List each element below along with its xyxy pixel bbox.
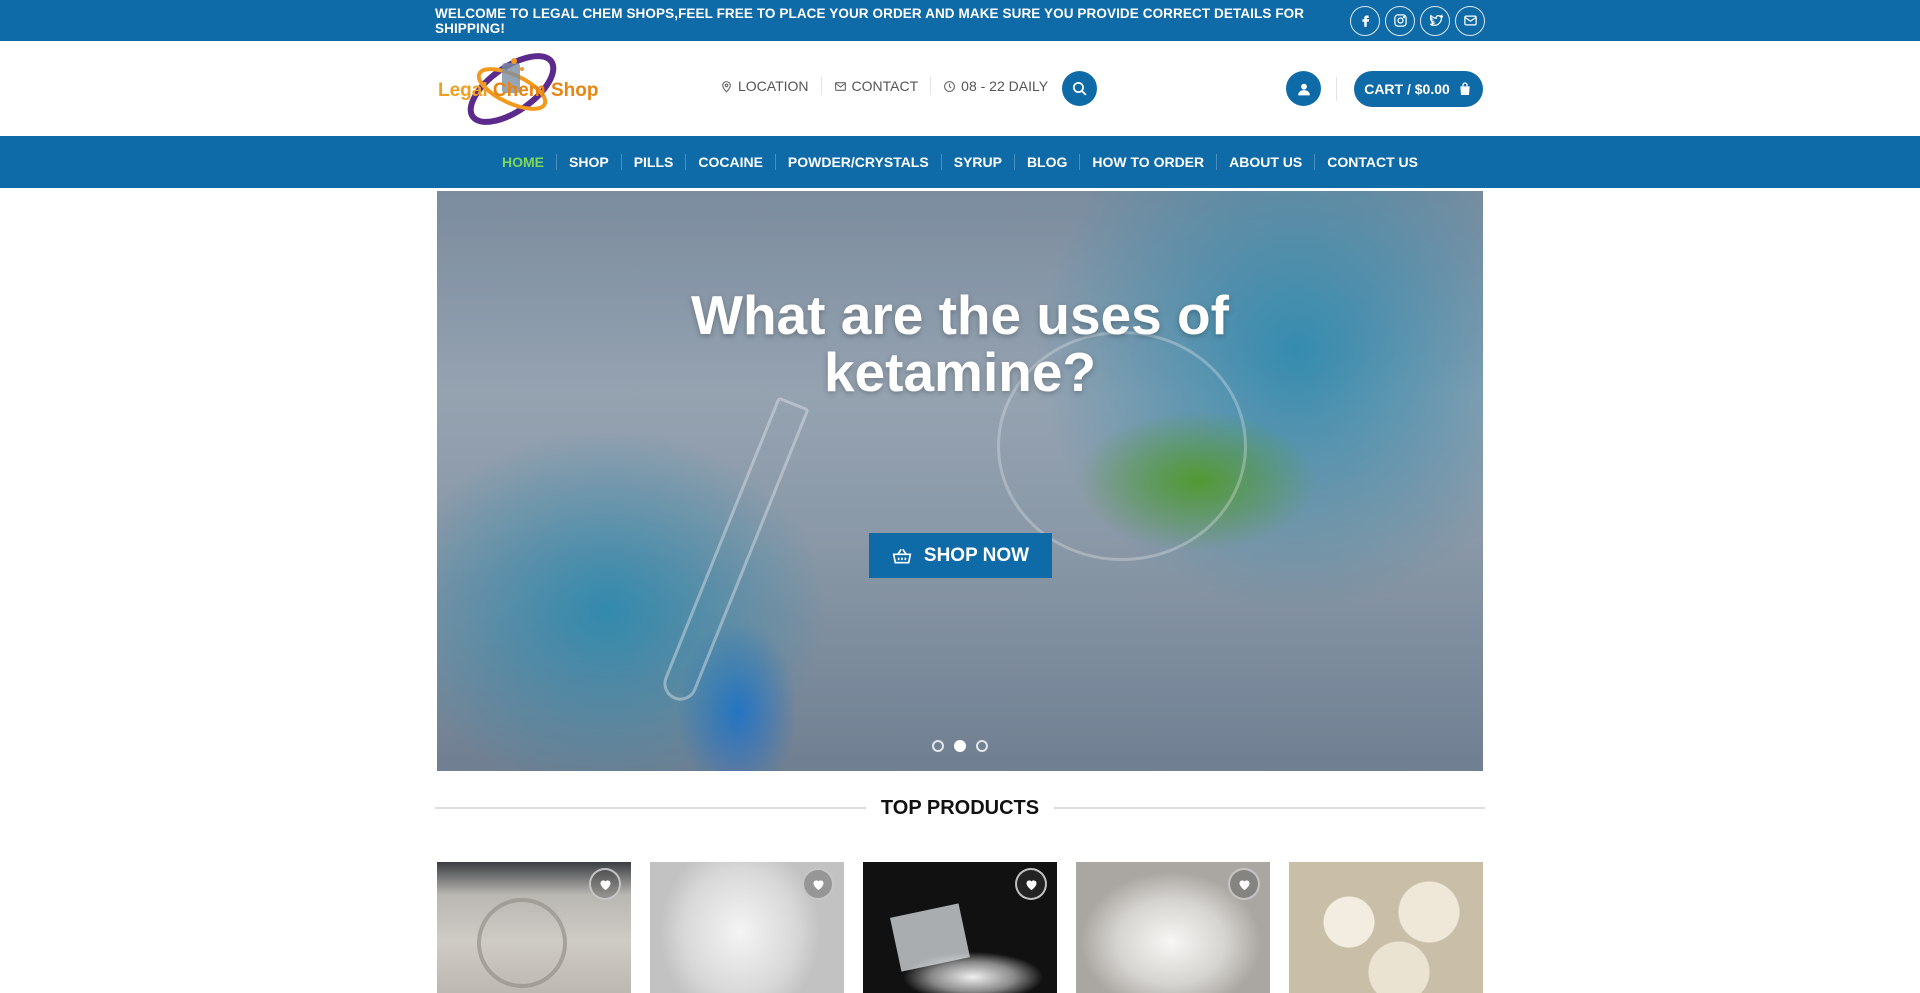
section-divider-left [435, 807, 866, 809]
wishlist-button[interactable] [589, 868, 621, 900]
hours-label: 08 - 22 DAILY [961, 78, 1049, 94]
header-divider [1336, 77, 1337, 101]
social-links [1350, 5, 1485, 36]
logo-text-primary: Legal [438, 80, 488, 101]
product-grid [437, 862, 1483, 993]
product-card[interactable] [1289, 862, 1483, 993]
cart-button[interactable]: CART / $0.00 [1354, 71, 1483, 107]
shopping-bag-icon [1460, 82, 1470, 95]
search-button[interactable] [1062, 71, 1097, 106]
contact-link[interactable]: CONTACT [822, 77, 932, 95]
section-divider-right [1054, 807, 1485, 809]
product-card[interactable] [863, 862, 1057, 993]
site-logo[interactable]: Legal Chem Shop [436, 47, 598, 131]
product-card[interactable] [1076, 862, 1270, 993]
email-button[interactable] [1455, 5, 1485, 36]
slider-dot-1[interactable] [932, 740, 944, 752]
cart-label: CART / $0.00 [1364, 81, 1450, 97]
heart-icon [1239, 879, 1249, 890]
welcome-text: WELCOME TO LEGAL CHEM SHOPS,FEEL FREE TO… [435, 5, 1305, 36]
map-pin-icon [722, 80, 731, 93]
clock-icon [944, 80, 956, 92]
section-title: TOP PRODUCTS [880, 796, 1040, 819]
nav-item-how-to-order[interactable]: HOW TO ORDER [1080, 154, 1218, 170]
slider-dots [932, 740, 988, 752]
header-links: LOCATION CONTACT 08 - 22 DAILY [718, 71, 1060, 101]
top-products-heading: TOP PRODUCTS [435, 793, 1485, 823]
nav-item-syrup[interactable]: SYRUP [942, 154, 1015, 170]
location-label: LOCATION [738, 78, 809, 94]
user-icon [1297, 83, 1310, 95]
hero-title: What are the uses of ketamine? [691, 284, 1229, 403]
slider-dot-3[interactable] [976, 740, 988, 752]
top-bar-inner: WELCOME TO LEGAL CHEM SHOPS,FEEL FREE TO… [435, 0, 1485, 41]
wishlist-button[interactable] [1015, 868, 1047, 900]
main-nav: HOME SHOP PILLS COCAINE POWDER/CRYSTALS … [0, 136, 1920, 188]
wishlist-button[interactable] [1228, 868, 1260, 900]
instagram-icon [1393, 14, 1407, 27]
facebook-button[interactable] [1350, 5, 1380, 36]
hero-slider[interactable]: What are the uses of ketamine? SHOP NOW [437, 191, 1483, 771]
product-card[interactable] [650, 862, 844, 993]
logo-text-secondary: Chem Shop [492, 80, 599, 101]
product-image [890, 903, 970, 972]
heart-icon [600, 879, 610, 890]
search-icon [1072, 81, 1087, 96]
envelope-icon [834, 81, 846, 91]
nav-item-powder-crystals[interactable]: POWDER/CRYSTALS [776, 154, 942, 170]
wishlist-button[interactable] [802, 868, 834, 900]
nav-item-contact-us[interactable]: CONTACT US [1315, 154, 1430, 170]
shop-now-button[interactable]: SHOP NOW [869, 533, 1052, 578]
basket-icon [892, 548, 912, 563]
slider-dot-2[interactable] [954, 740, 966, 752]
nav-item-pills[interactable]: PILLS [622, 154, 687, 170]
site-header: Legal Chem Shop LOCATION CONTACT 08 - 22… [0, 41, 1920, 136]
nav-item-cocaine[interactable]: COCAINE [686, 154, 776, 170]
hours-link[interactable]: 08 - 22 DAILY [931, 77, 1060, 95]
nav-item-about-us[interactable]: ABOUT US [1217, 154, 1316, 170]
logo-text: Legal Chem Shop [438, 80, 598, 102]
product-image [477, 898, 567, 988]
shop-now-label: SHOP NOW [923, 544, 1030, 566]
email-icon [1463, 15, 1477, 26]
main-nav-inner: HOME SHOP PILLS COCAINE POWDER/CRYSTALS … [0, 136, 1920, 188]
heart-icon [813, 879, 823, 890]
facebook-icon [1361, 15, 1369, 27]
top-bar: WELCOME TO LEGAL CHEM SHOPS,FEEL FREE TO… [0, 0, 1920, 41]
nav-item-home[interactable]: HOME [490, 154, 557, 170]
nav-item-shop[interactable]: SHOP [557, 154, 622, 170]
twitter-button[interactable] [1420, 5, 1450, 36]
twitter-icon [1429, 14, 1443, 27]
heart-icon [1026, 879, 1036, 890]
hero-overlay [437, 191, 1483, 771]
contact-label: CONTACT [851, 78, 919, 94]
nav-item-blog[interactable]: BLOG [1015, 154, 1081, 170]
account-button[interactable] [1286, 71, 1321, 106]
location-link[interactable]: LOCATION [718, 77, 822, 95]
instagram-button[interactable] [1385, 5, 1415, 36]
product-card[interactable] [437, 862, 631, 993]
